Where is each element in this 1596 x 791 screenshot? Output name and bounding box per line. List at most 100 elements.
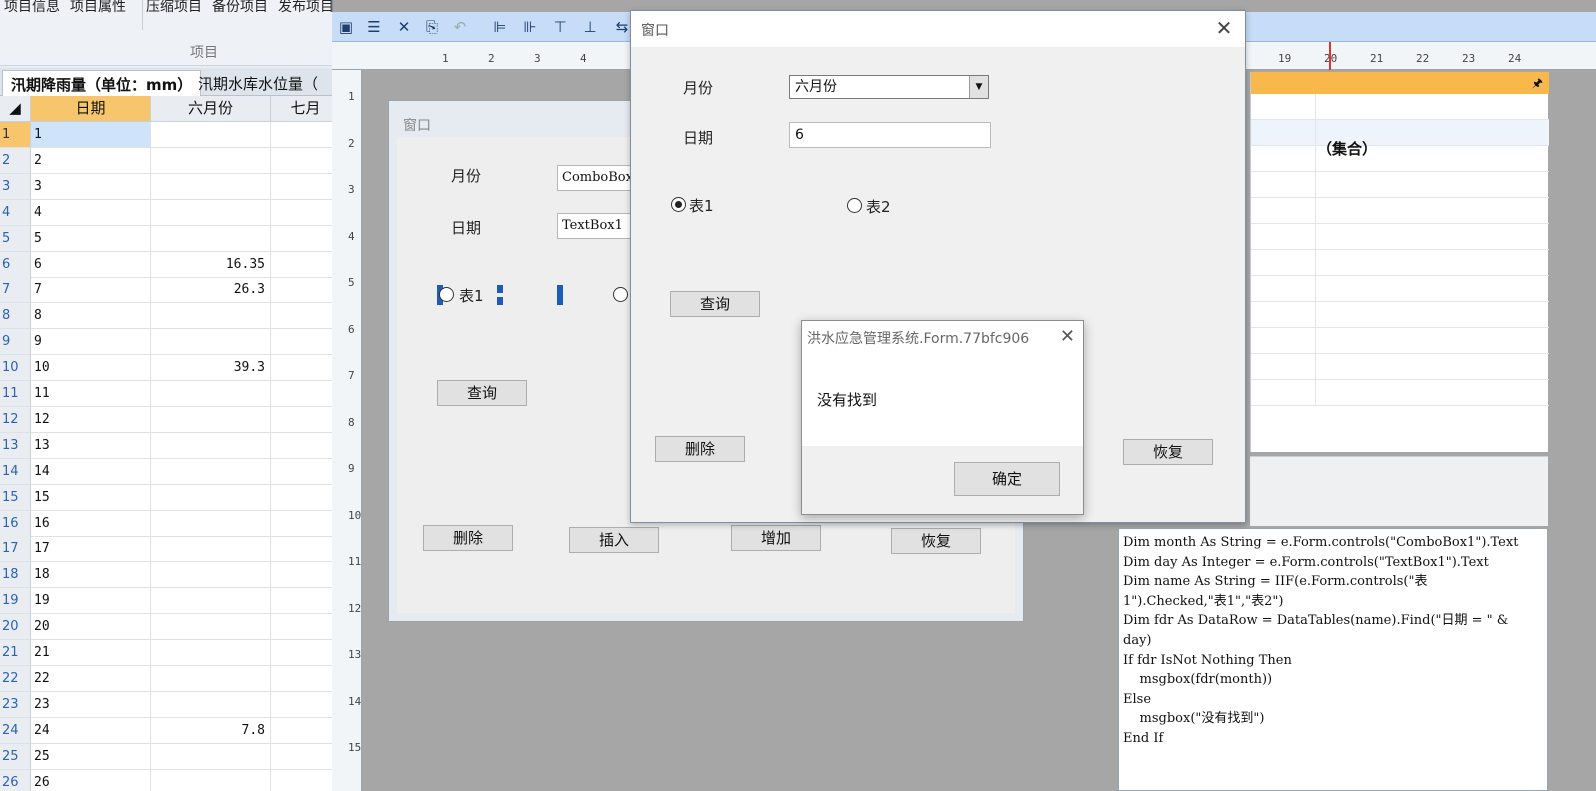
cell-june[interactable] [151, 665, 271, 692]
row-number[interactable]: 8 [0, 303, 31, 330]
restore-button[interactable]: 恢复 [1123, 439, 1213, 465]
table-row[interactable]: 26 26 [0, 769, 340, 791]
cell-june[interactable] [151, 329, 271, 356]
property-row[interactable] [1251, 354, 1549, 380]
selection-handle[interactable] [497, 297, 503, 305]
table-row[interactable]: 22 [0, 147, 340, 174]
cell-july[interactable] [271, 770, 340, 791]
code-editor[interactable]: Dim month As String = e.Form.controls("C… [1118, 528, 1548, 791]
cell-july[interactable] [271, 381, 340, 407]
cell-date[interactable]: 20 [31, 614, 151, 641]
cell-date[interactable]: 24 [31, 717, 151, 744]
design-textbox[interactable]: TextBox1 [557, 213, 637, 239]
cell-june[interactable] [151, 640, 271, 666]
tab-rainfall[interactable]: 汛期降雨量（单位：mm） [2, 70, 202, 96]
cell-july[interactable] [271, 692, 340, 718]
table-row[interactable]: 14 14 [0, 458, 340, 485]
save-icon[interactable]: ▣ [336, 17, 356, 37]
cell-june[interactable]: 26.3 [151, 277, 271, 304]
publish-project-button[interactable]: 发布项目 [278, 0, 334, 16]
cell-july[interactable] [271, 174, 340, 200]
table-row[interactable]: 6 6 16.35 [0, 251, 340, 278]
design-radio-2[interactable] [613, 287, 628, 302]
delete-icon[interactable]: ✕ [394, 17, 414, 37]
property-row[interactable] [1251, 172, 1549, 198]
cell-june[interactable] [151, 536, 271, 563]
cell-date[interactable]: 25 [31, 743, 151, 770]
row-number[interactable]: 19 [0, 588, 31, 615]
design-restore-button[interactable]: 恢复 [891, 528, 981, 554]
cell-june[interactable] [151, 225, 271, 252]
cell-date[interactable]: 2 [31, 147, 151, 174]
property-row[interactable] [1251, 198, 1549, 224]
row-number[interactable]: 13 [0, 432, 31, 459]
cell-july[interactable] [271, 614, 340, 641]
cell-june[interactable] [151, 769, 271, 791]
column-header-july[interactable]: 七月 [271, 96, 340, 122]
row-number[interactable]: 12 [0, 406, 31, 433]
cell-date[interactable]: 8 [31, 303, 151, 330]
design-insert-button[interactable]: 插入 [569, 527, 659, 553]
row-number[interactable]: 2 [0, 147, 31, 174]
cell-july[interactable] [271, 666, 340, 692]
design-radio-1[interactable] [439, 287, 454, 302]
cell-june[interactable] [151, 147, 271, 174]
cell-july[interactable] [271, 640, 340, 666]
cell-date[interactable]: 12 [31, 406, 151, 433]
date-textbox[interactable]: 6 [789, 122, 991, 148]
table-row[interactable]: 88 [0, 303, 340, 330]
cell-june[interactable] [151, 691, 271, 718]
table-row[interactable]: 23 23 [0, 691, 340, 718]
cell-june[interactable] [151, 458, 271, 485]
property-row[interactable] [1251, 328, 1549, 354]
cell-date[interactable]: 21 [31, 640, 151, 666]
table-row[interactable]: 10 10 39.3 [0, 355, 340, 382]
cell-june[interactable] [151, 510, 271, 537]
cell-july[interactable] [271, 459, 340, 485]
design-delete-button[interactable]: 删除 [423, 525, 513, 551]
cell-july[interactable] [271, 226, 340, 252]
cell-date[interactable]: 4 [31, 199, 151, 226]
cell-june[interactable] [151, 303, 271, 330]
row-number[interactable]: 22 [0, 665, 31, 692]
cell-date[interactable]: 23 [31, 691, 151, 718]
table-row[interactable]: 44 [0, 199, 340, 226]
chevron-down-icon[interactable]: ▼ [969, 76, 988, 98]
column-header-date[interactable]: 日期 [31, 96, 151, 122]
property-value-collection[interactable]: （集合） [1317, 138, 1377, 159]
radio-table2[interactable] [847, 198, 862, 213]
cell-date[interactable]: 17 [31, 536, 151, 563]
cell-july[interactable] [271, 252, 340, 278]
cell-date[interactable]: 11 [31, 381, 151, 407]
cell-date[interactable]: 1 [31, 122, 151, 148]
cell-july[interactable] [271, 485, 340, 511]
align-bottom-icon[interactable]: ⊥ [580, 17, 600, 37]
cell-date[interactable]: 16 [31, 510, 151, 537]
design-query-button[interactable]: 查询 [437, 380, 527, 406]
table-row[interactable]: 33 [0, 173, 340, 200]
close-icon[interactable]: ✕ [1060, 326, 1075, 347]
table-row[interactable]: 25 25 [0, 743, 340, 770]
cell-date[interactable]: 7 [31, 277, 151, 304]
cell-date[interactable]: 10 [31, 355, 151, 382]
table-row[interactable]: 12 12 [0, 406, 340, 433]
cell-june[interactable] [151, 562, 271, 589]
table-row[interactable]: 55 [0, 225, 340, 252]
cell-june[interactable] [151, 122, 271, 148]
property-row[interactable] [1251, 224, 1549, 250]
cell-july[interactable] [271, 744, 340, 770]
property-row[interactable] [1251, 94, 1549, 120]
row-number[interactable]: 16 [0, 510, 31, 537]
row-number[interactable]: 20 [0, 614, 31, 641]
row-number[interactable]: 17 [0, 536, 31, 563]
row-number[interactable]: 15 [0, 484, 31, 511]
row-number[interactable]: 9 [0, 329, 31, 356]
row-number[interactable]: 3 [0, 173, 31, 200]
cell-date[interactable]: 3 [31, 173, 151, 200]
table-row[interactable]: 11 [0, 122, 340, 148]
ok-button[interactable]: 确定 [954, 462, 1060, 496]
row-number[interactable]: 21 [0, 640, 31, 666]
cell-june[interactable] [151, 614, 271, 641]
selection-handle[interactable] [497, 285, 503, 293]
row-number[interactable]: 10 [0, 355, 31, 382]
